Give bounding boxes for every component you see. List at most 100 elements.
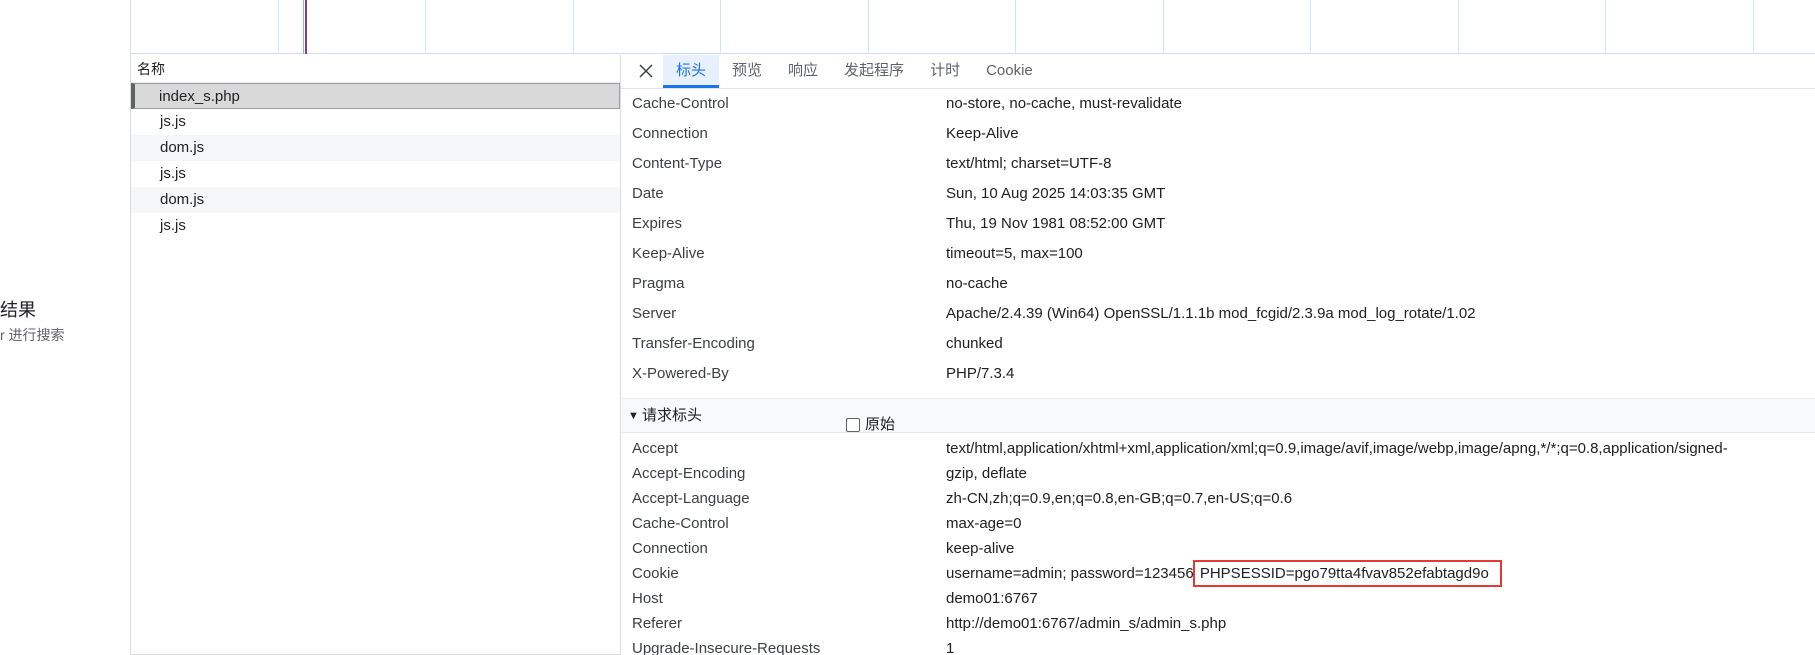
timeline-overview[interactable] xyxy=(131,0,1815,54)
header-value: max-age=0 xyxy=(946,515,1022,532)
header-row: Pragma no-cache xyxy=(621,269,1815,299)
header-value: no-store, no-cache, must-revalidate xyxy=(946,95,1182,112)
header-key: Server xyxy=(632,305,677,322)
header-row: Referer http://demo01:6767/admin_s/admin_… xyxy=(621,611,1815,636)
header-key: Pragma xyxy=(632,275,685,292)
timeline-tick xyxy=(278,0,279,54)
timeline-tick xyxy=(1163,0,1164,54)
search-panel: 结果 r 进行搜索 xyxy=(0,0,130,655)
header-row: Content-Type text/html; charset=UTF-8 xyxy=(621,149,1815,179)
header-row: Upgrade-Insecure-Requests 1 xyxy=(621,636,1815,655)
header-key: Upgrade-Insecure-Requests xyxy=(632,640,821,655)
header-key: Connection xyxy=(632,540,708,557)
timeline-load-marker xyxy=(305,0,307,54)
section-title: 请求标头 xyxy=(642,407,703,424)
header-value: text/html,application/xhtml+xml,applicat… xyxy=(946,440,1728,457)
timeline-tick xyxy=(720,0,721,54)
header-value: http://demo01:6767/admin_s/admin_s.php xyxy=(946,615,1227,632)
tab-headers[interactable]: 标头 xyxy=(663,55,720,88)
header-key: Accept-Language xyxy=(632,490,750,507)
close-icon xyxy=(638,63,654,83)
header-row: Accept-Language zh-CN,zh;q=0.9,en;q=0.8,e… xyxy=(621,486,1815,511)
header-row: Connection keep-alive xyxy=(621,536,1815,561)
timeline-tick xyxy=(425,0,426,54)
timeline-dom-marker xyxy=(303,0,304,54)
search-hint: r 进行搜索 xyxy=(0,327,65,343)
request-row[interactable]: js.js xyxy=(131,109,620,135)
header-row: Accept text/html,application/xhtml+xml,ap… xyxy=(621,436,1815,461)
header-value: Sun, 10 Aug 2025 14:03:35 GMT xyxy=(946,185,1166,202)
close-details-button[interactable] xyxy=(635,58,657,88)
header-row: Cache-Control no-store, no-cache, must-re… xyxy=(621,89,1815,119)
timeline-tick xyxy=(1605,0,1606,54)
header-key: Accept xyxy=(632,440,678,457)
request-row[interactable]: dom.js xyxy=(131,135,620,161)
header-value: zh-CN,zh;q=0.9,en;q=0.8,en-GB;q=0.7,en-U… xyxy=(946,490,1293,507)
tab-timing[interactable]: 计时 xyxy=(917,55,973,88)
raw-checkbox[interactable] xyxy=(846,418,860,432)
request-list: 名称 index_s.php js.js dom.js js.js dom.js… xyxy=(131,55,620,655)
highlighted-session-id: PHPSESSID=pgo79tta4fvav852efabtagd9o xyxy=(1192,560,1502,587)
header-row: Keep-Alive timeout=5, max=100 xyxy=(621,239,1815,269)
header-value: Apache/2.4.39 (Win64) OpenSSL/1.1.1b mod… xyxy=(946,305,1476,322)
timeline-tick xyxy=(1458,0,1459,54)
header-value: 1 xyxy=(946,640,955,655)
timeline-tick xyxy=(573,0,574,54)
request-row[interactable]: index_s.php xyxy=(131,83,620,109)
header-value: demo01:6767 xyxy=(946,590,1038,607)
request-row[interactable]: js.js xyxy=(131,213,620,239)
header-key: Cache-Control xyxy=(632,95,729,112)
header-key: X-Powered-By xyxy=(632,365,729,382)
header-value: timeout=5, max=100 xyxy=(946,245,1083,262)
header-key: Expires xyxy=(632,215,683,232)
header-value: no-cache xyxy=(946,275,1008,292)
header-key: Host xyxy=(632,590,663,607)
header-row: Date Sun, 10 Aug 2025 14:03:35 GMT xyxy=(621,179,1815,209)
tab-response[interactable]: 响应 xyxy=(775,55,831,88)
header-value: chunked xyxy=(946,335,1003,352)
header-row: Expires Thu, 19 Nov 1981 08:52:00 GMT xyxy=(621,209,1815,239)
timeline-tick xyxy=(1753,0,1754,54)
timeline-tick xyxy=(1310,0,1311,54)
header-value: PHP/7.3.4 xyxy=(946,365,1015,382)
response-headers-list: Cache-Control no-store, no-cache, must-re… xyxy=(621,89,1815,389)
header-key: Date xyxy=(632,185,664,202)
header-row: X-Powered-By PHP/7.3.4 xyxy=(621,359,1815,389)
header-row-cookie: Cookie username=admin; password=123456 PH… xyxy=(621,560,1815,587)
header-row: Accept-Encoding gzip, deflate xyxy=(621,461,1815,486)
header-key: Cookie xyxy=(632,565,679,582)
header-row: Server Apache/2.4.39 (Win64) OpenSSL/1.1.… xyxy=(621,299,1815,329)
header-value: Thu, 19 Nov 1981 08:52:00 GMT xyxy=(946,215,1166,232)
header-key: Content-Type xyxy=(632,155,723,172)
header-key: Keep-Alive xyxy=(632,245,705,262)
header-value: text/html; charset=UTF-8 xyxy=(946,155,1112,172)
cookie-value: username=admin; password=123456 xyxy=(946,565,1194,582)
header-row: Transfer-Encoding chunked xyxy=(621,329,1815,359)
timeline-tick xyxy=(1015,0,1016,54)
header-key: Connection xyxy=(632,125,708,142)
header-key: Transfer-Encoding xyxy=(632,335,755,352)
header-key: Accept-Encoding xyxy=(632,465,746,482)
request-details-panel: 标头 预览 响应 发起程序 计时 Cookie Cache-Control no-… xyxy=(621,55,1815,655)
request-headers-list: Accept text/html,application/xhtml+xml,ap… xyxy=(621,433,1815,655)
request-headers-section[interactable]: ▼ 请求标头 原始 xyxy=(621,398,1815,433)
tab-preview[interactable]: 预览 xyxy=(719,55,775,88)
search-result-title: 结果 xyxy=(0,300,36,320)
header-value: gzip, deflate xyxy=(946,465,1027,482)
header-row: Host demo01:6767 xyxy=(621,586,1815,611)
header-value: Keep-Alive xyxy=(946,125,1019,142)
header-key: Cache-Control xyxy=(632,515,729,532)
request-row[interactable]: js.js xyxy=(131,161,620,187)
collapse-triangle-icon[interactable]: ▼ xyxy=(628,399,639,433)
timeline-tick xyxy=(868,0,869,54)
header-value: keep-alive xyxy=(946,540,1015,557)
tab-cookies[interactable]: Cookie xyxy=(973,55,1046,88)
column-header-name[interactable]: 名称 xyxy=(131,55,620,83)
header-row: Connection Keep-Alive xyxy=(621,119,1815,149)
header-key: Referer xyxy=(632,615,683,632)
request-row[interactable]: dom.js xyxy=(131,187,620,213)
header-row: Cache-Control max-age=0 xyxy=(621,511,1815,536)
header-value: username=admin; password=123456 PHPSESSI… xyxy=(946,560,1502,587)
tab-initiator[interactable]: 发起程序 xyxy=(831,55,917,88)
details-tabbar: 标头 预览 响应 发起程序 计时 Cookie xyxy=(621,55,1815,89)
